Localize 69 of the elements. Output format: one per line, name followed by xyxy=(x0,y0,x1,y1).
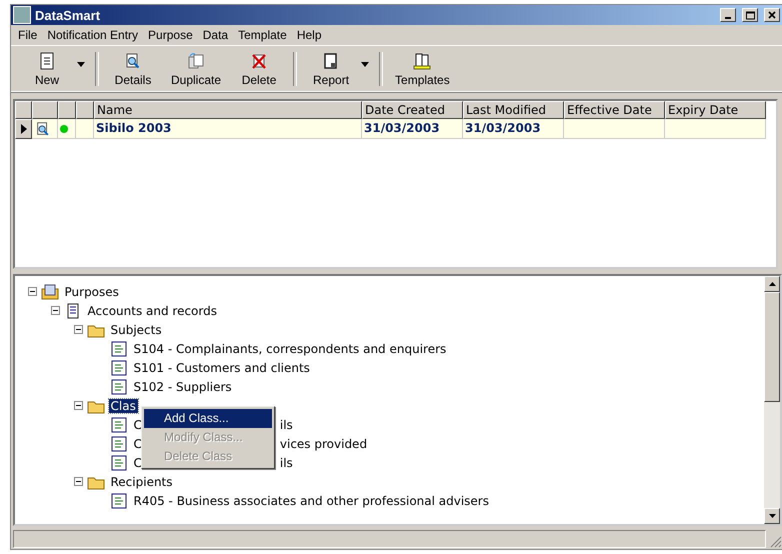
collapse-icon[interactable] xyxy=(50,306,60,315)
column-header[interactable] xyxy=(58,101,76,119)
close-icon xyxy=(768,11,776,19)
tree-item[interactable]: Purposes xyxy=(62,284,121,298)
down-arrow-icon xyxy=(768,514,776,518)
toolbar-button[interactable]: New xyxy=(17,48,77,90)
table-cell: Sibilo 2003 xyxy=(94,119,362,139)
document-icon xyxy=(110,454,128,470)
document-icon xyxy=(110,416,128,432)
column-header[interactable] xyxy=(32,101,58,119)
tree-item-text: vices provided xyxy=(278,436,368,450)
menu-item[interactable]: File xyxy=(13,28,42,42)
column-header[interactable]: Effective Date xyxy=(564,101,665,119)
menu-item[interactable]: Notification Entry xyxy=(42,28,144,42)
tree-item[interactable]: S101 - Customers and clients xyxy=(132,360,312,374)
tree-item-text: ils xyxy=(278,456,294,470)
collapse-icon[interactable] xyxy=(74,325,82,334)
row-header[interactable] xyxy=(15,119,32,139)
menu-item[interactable]: Help xyxy=(292,28,326,42)
document-icon xyxy=(40,284,58,300)
column-header[interactable]: Date Created xyxy=(362,101,463,119)
collapse-icon[interactable] xyxy=(74,401,82,410)
column-header[interactable] xyxy=(15,101,32,119)
table-cell: 31/03/2003 xyxy=(463,119,564,139)
menu-item[interactable]: Data xyxy=(198,28,234,42)
up-arrow-icon xyxy=(768,282,776,286)
caret-icon[interactable] xyxy=(361,62,370,66)
tree-item[interactable]: Recipients xyxy=(108,474,175,488)
toolbar-button[interactable]: Report xyxy=(301,48,362,90)
tree-item-text: ils xyxy=(278,418,294,432)
tree-item[interactable]: S102 - Suppliers xyxy=(132,380,234,394)
minimize-button[interactable] xyxy=(720,8,736,22)
table-cell: 31/03/2003 xyxy=(362,119,463,139)
maximize-icon xyxy=(746,10,754,20)
column-header[interactable]: Last Modified xyxy=(463,101,564,119)
book-icon xyxy=(412,51,432,71)
tree-item[interactable]: Subjects xyxy=(108,322,164,336)
document-icon xyxy=(110,492,128,508)
document-icon xyxy=(110,360,128,376)
caret-icon[interactable] xyxy=(77,62,85,66)
toolbar-button[interactable]: Templates xyxy=(387,48,458,90)
menu-item[interactable]: Purpose xyxy=(143,28,198,42)
tree-item[interactable]: Clas xyxy=(108,398,138,412)
tree-item[interactable]: Accounts and records xyxy=(86,304,219,318)
column-header[interactable]: Expiry Date xyxy=(665,101,766,119)
toolbar-button[interactable]: Delete xyxy=(229,48,290,90)
scrollbar[interactable] xyxy=(764,276,780,524)
toolbar-button[interactable]: Duplicate xyxy=(163,48,230,90)
column-header[interactable] xyxy=(76,101,94,119)
tree-item[interactable]: R405 - Business associates and other professional advisers xyxy=(132,494,491,508)
collapse-icon[interactable] xyxy=(74,477,82,486)
collapse-icon[interactable] xyxy=(28,287,36,296)
tree-item[interactable]: C xyxy=(132,436,144,450)
copy-icon xyxy=(186,51,206,71)
resize-grip-icon[interactable] xyxy=(768,534,782,548)
app-icon xyxy=(13,6,31,24)
tree-item[interactable]: C xyxy=(132,456,144,470)
tree-item[interactable]: S104 - Complainants, correspondents and enquirers xyxy=(132,342,448,356)
toolbar-button[interactable]: Details xyxy=(103,48,163,90)
document-icon xyxy=(110,436,128,452)
document-icon xyxy=(110,340,128,356)
window-title: DataSmart xyxy=(35,8,102,22)
document-icon xyxy=(110,378,128,394)
tree-item[interactable]: C xyxy=(132,418,144,432)
column-header[interactable]: Name xyxy=(94,101,362,119)
context-menu-item[interactable]: Add Class... xyxy=(144,409,272,428)
close-button[interactable] xyxy=(764,8,780,22)
menu-item[interactable]: Template xyxy=(233,28,292,42)
maximize-button[interactable] xyxy=(742,8,758,22)
